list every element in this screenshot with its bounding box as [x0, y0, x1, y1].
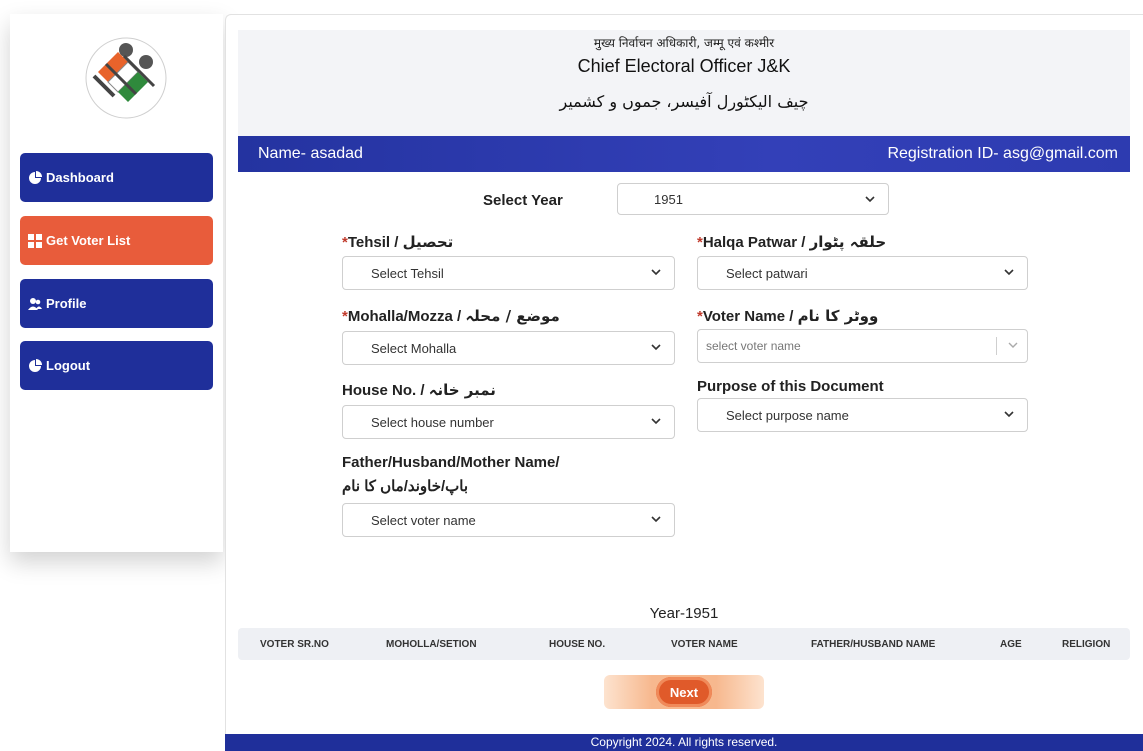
- table-year-title: Year-1951: [649, 605, 719, 622]
- sidebar-item-get-voter-list[interactable]: Get Voter List: [20, 216, 213, 265]
- voter-name-select[interactable]: select voter name: [697, 329, 1028, 363]
- chevron-down-icon: [651, 516, 661, 523]
- father-name-urdu-label: باپ/خاوند/ماں کا نام: [342, 478, 469, 495]
- sidebar-item-label: Dashboard: [46, 170, 114, 185]
- mohalla-placeholder: Select Mohalla: [371, 340, 457, 356]
- sidebar-item-dashboard[interactable]: Dashboard: [20, 153, 213, 202]
- voter-placeholder: select voter name: [706, 339, 801, 353]
- chevron-down-icon: [1008, 342, 1018, 348]
- header-urdu-title: چیف الیکٹورل آفیسر، جموں و کشمیر: [559, 92, 809, 111]
- users-icon: [28, 297, 42, 310]
- user-info-bar: Name- asadad Registration ID- asg@gmail.…: [238, 136, 1130, 172]
- column-header: VOTER SR.NO: [260, 639, 329, 650]
- election-commission-logo: [85, 37, 167, 119]
- voter-name-label: *Voter Name / ووٹر کا نام: [697, 307, 879, 325]
- father-name-select[interactable]: Select voter name: [342, 503, 675, 537]
- father-name-label: Father/Husband/Mother Name/: [342, 454, 560, 471]
- column-header: RELIGION: [1062, 639, 1111, 650]
- select-year-label: Select Year: [483, 192, 563, 209]
- halqa-patwar-select[interactable]: Select patwari: [697, 256, 1028, 290]
- grid-icon: [28, 233, 42, 248]
- sidebar: Dashboard Get Voter List Profile Logout: [10, 14, 223, 552]
- page-header: मुख्य निर्वाचन अधिकारी, जम्मू एवं कश्मीर…: [238, 30, 1130, 136]
- chevron-down-icon: [651, 418, 661, 425]
- tehsil-select[interactable]: Select Tehsil: [342, 256, 675, 290]
- tehsil-placeholder: Select Tehsil: [371, 265, 444, 281]
- next-button-wrapper: Next: [604, 675, 764, 709]
- sidebar-item-label: Logout: [46, 358, 91, 373]
- purpose-label: Purpose of this Document: [697, 378, 884, 395]
- chevron-down-icon: [1004, 269, 1014, 276]
- user-name: Name- asadad: [258, 145, 363, 162]
- registration-id: Registration ID- asg@gmail.com: [887, 145, 1118, 162]
- pie-chart-icon: [29, 358, 42, 372]
- chevron-down-icon: [1004, 411, 1014, 418]
- column-header: MOHOLLA/SETION: [386, 639, 477, 650]
- pie-chart-icon: [29, 170, 42, 184]
- next-button[interactable]: Next: [656, 677, 712, 707]
- house-number-select[interactable]: Select house number: [342, 405, 675, 439]
- mohalla-label: *Mohalla/Mozza / موضع / محلہ: [342, 307, 560, 325]
- sidebar-item-profile[interactable]: Profile: [20, 279, 213, 328]
- sidebar-item-label: Get Voter List: [46, 233, 131, 248]
- house-no-label: House No. / نمبر خانہ: [342, 381, 496, 399]
- purpose-select[interactable]: Select purpose name: [697, 398, 1028, 432]
- column-header: AGE: [1000, 639, 1022, 650]
- sidebar-item-label: Profile: [46, 296, 87, 311]
- purpose-placeholder: Select purpose name: [726, 407, 849, 423]
- chevron-down-icon: [651, 269, 661, 276]
- halqa-patwar-label: *Halqa Patwar / حلقہ پٹوار: [697, 233, 887, 251]
- chevron-down-icon: [651, 344, 661, 351]
- column-header: VOTER NAME: [671, 639, 738, 650]
- column-header: HOUSE NO.: [549, 639, 606, 650]
- select-separator: [996, 337, 997, 355]
- voter-table-header: VOTER SR.NO MOHOLLA/SETION HOUSE NO. VOT…: [238, 628, 1130, 660]
- header-hindi-title: मुख्य निर्वाचन अधिकारी, जम्मू एवं कश्मीर: [593, 36, 775, 50]
- sidebar-item-logout[interactable]: Logout: [20, 341, 213, 390]
- year-select[interactable]: 1951: [617, 183, 889, 215]
- footer: Copyright 2024. All rights reserved.: [225, 734, 1143, 751]
- house-placeholder: Select house number: [371, 414, 494, 430]
- tehsil-label: *Tehsil / تحصیل: [342, 233, 454, 251]
- year-value: 1951: [654, 191, 683, 207]
- halqa-placeholder: Select patwari: [726, 265, 808, 281]
- column-header: FATHER/HUSBAND NAME: [811, 639, 936, 650]
- mohalla-select[interactable]: Select Mohalla: [342, 331, 675, 365]
- father-placeholder: Select voter name: [371, 512, 476, 528]
- header-english-title: Chief Electoral Officer J&K: [577, 56, 791, 76]
- chevron-down-icon: [865, 196, 875, 203]
